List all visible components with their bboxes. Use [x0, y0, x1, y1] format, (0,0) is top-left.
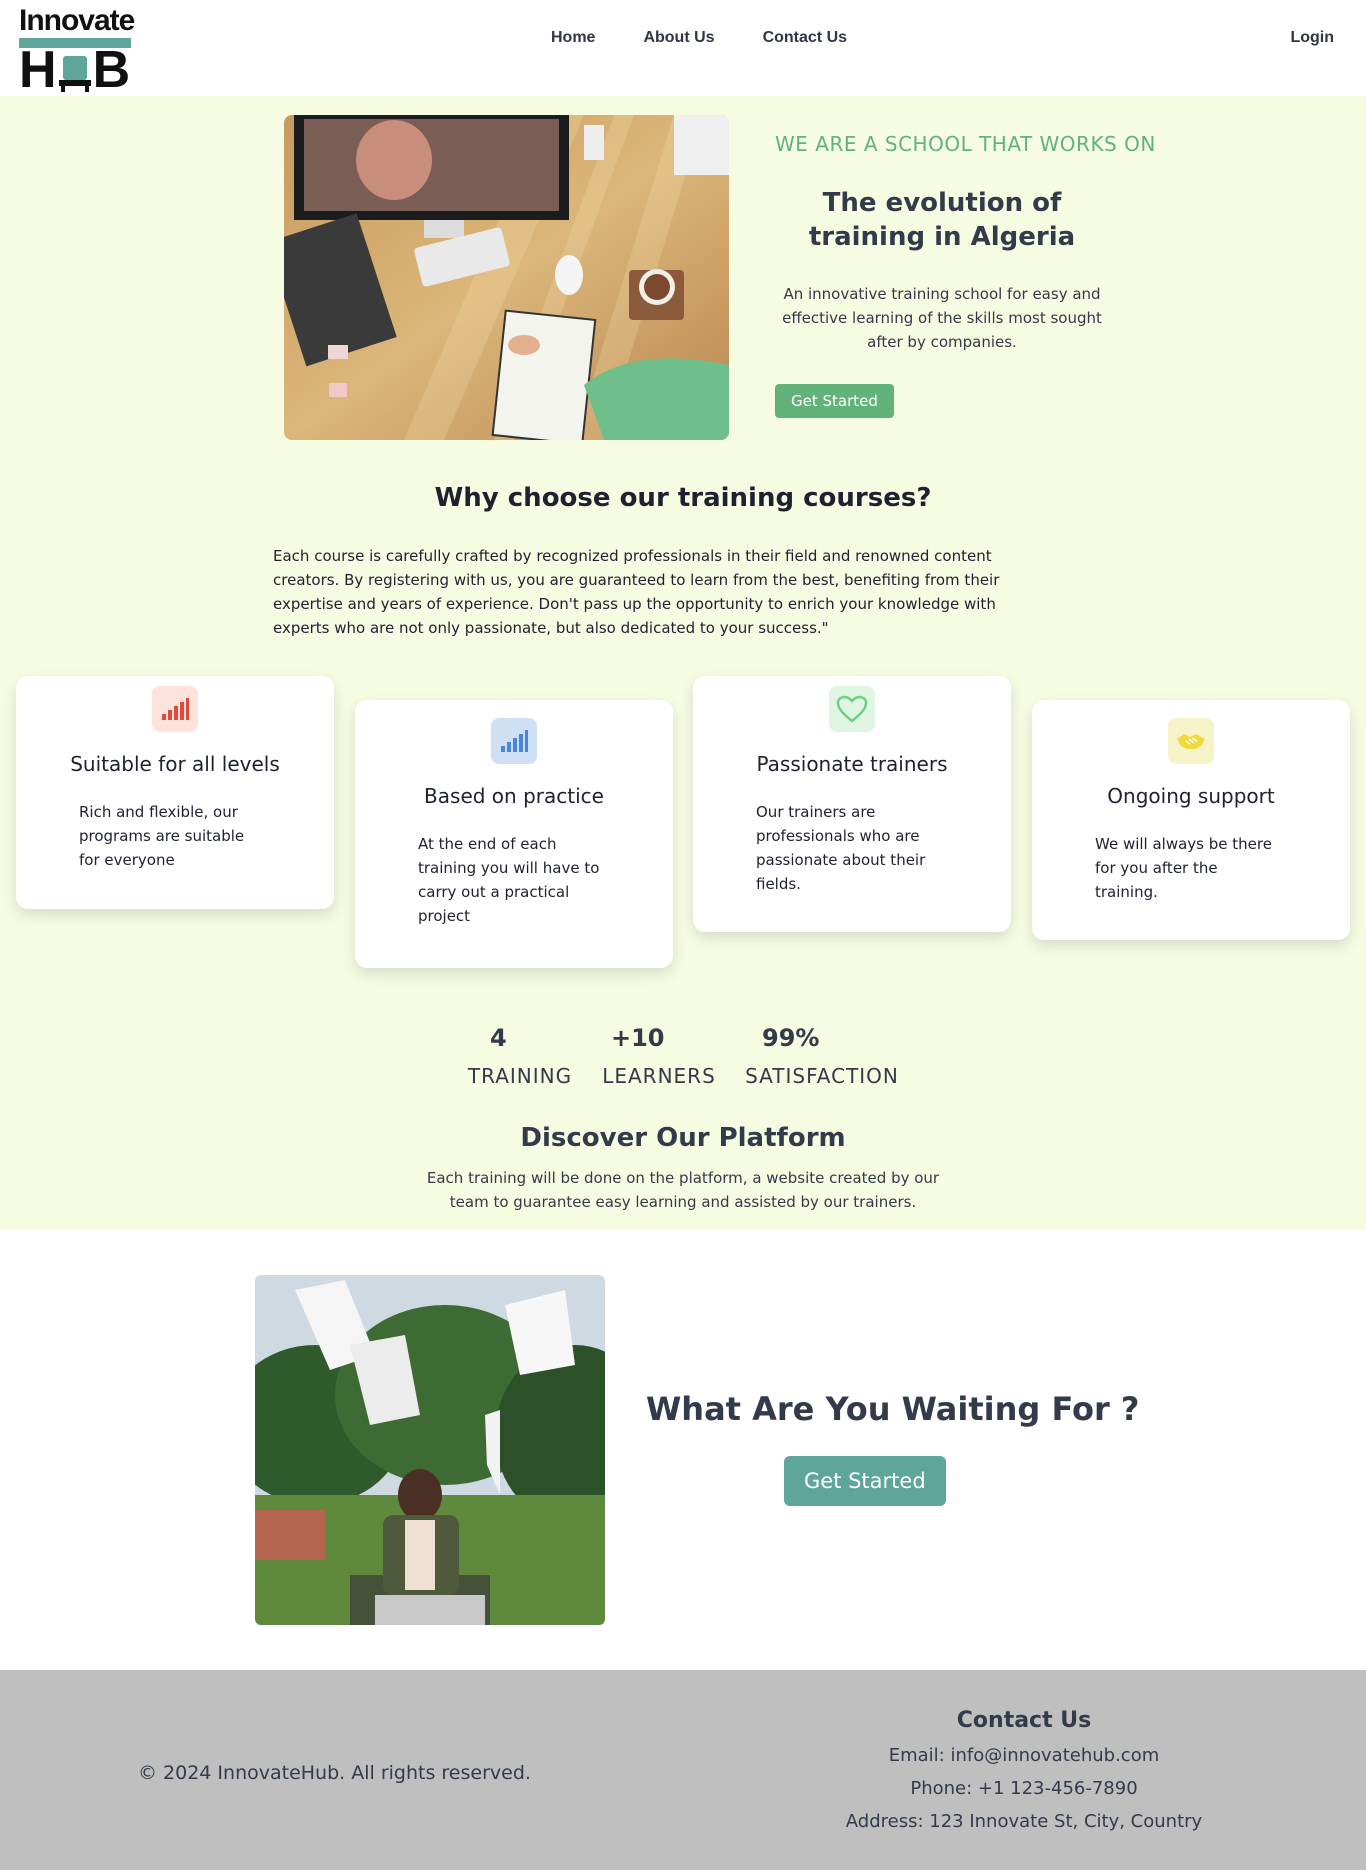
hero-description: An innovative training school for easy a… — [782, 285, 1102, 351]
feature-card-levels: Suitable for all levels Rich and flexibl… — [16, 676, 334, 909]
celebration-photo — [255, 1275, 605, 1625]
contact-title: Contact Us — [956, 1708, 1092, 1733]
footer: © 2024 InnovateHub. All rights reserved.… — [0, 1670, 1366, 1870]
card-title: Passionate trainers — [756, 752, 948, 776]
card-description: Rich and flexible, our programs are suit… — [79, 803, 245, 869]
card-title: Ongoing support — [1107, 784, 1275, 808]
innovatehub-logo[interactable]: Innovate H B — [19, 4, 135, 99]
nav-contact-link[interactable]: Contact Us — [763, 29, 847, 47]
feature-card-practice: Based on practice At the end of each tra… — [355, 700, 673, 968]
stat-learners: +10 LEARNERS — [598, 1024, 720, 1088]
why-title: Why choose our training courses? — [434, 483, 932, 513]
copyright-text: © 2024 InnovateHub. All rights reserved. — [138, 1762, 531, 1784]
logo-letter-h: H — [19, 41, 57, 99]
why-description: Each course is carefully crafted by reco… — [273, 547, 1000, 637]
nav-about-link[interactable]: About Us — [643, 29, 714, 47]
login-link[interactable]: Login — [1290, 29, 1334, 47]
stat-number: 99% — [762, 1024, 820, 1052]
card-description: We will always be there for you after th… — [1095, 835, 1272, 901]
stat-number: +10 — [611, 1024, 665, 1052]
top-nav: Innovate H B Home About Us Contact Us Lo… — [0, 0, 1366, 96]
stat-satisfaction: 99% SATISFACTION — [741, 1024, 903, 1088]
hero-get-started-button[interactable]: Get Started — [775, 384, 894, 418]
feature-card-trainers: Passionate trainers Our trainers are pro… — [693, 676, 1011, 932]
stat-label: SATISFACTION — [745, 1064, 899, 1088]
footer-contact: Contact Us Email: info@innovatehub.com P… — [780, 1708, 1268, 1832]
cta-title: What Are You Waiting For ? — [646, 1390, 1140, 1428]
stat-training: 4 TRAINING — [462, 1024, 578, 1088]
logo-hub: H B — [19, 41, 131, 99]
card-description: At the end of each training you will hav… — [418, 835, 600, 925]
stat-number: 4 — [490, 1024, 507, 1052]
cta-section: What Are You Waiting For ? Get Started — [0, 1230, 1366, 1670]
feature-card-support: Ongoing support We will always be there … — [1032, 700, 1350, 940]
handshake-icon — [1168, 718, 1214, 764]
discover-title: Discover Our Platform — [520, 1123, 846, 1153]
chair-icon — [58, 52, 91, 92]
hero-eyebrow: WE ARE A SCHOOL THAT WORKS ON — [775, 132, 1156, 156]
logo-letter-b: B — [92, 41, 131, 99]
heart-icon — [829, 686, 875, 732]
hero-text: WE ARE A SCHOOL THAT WORKS ON The evolut… — [775, 132, 1195, 418]
stat-label: LEARNERS — [602, 1064, 716, 1088]
signal-bars-icon — [152, 686, 198, 732]
nav-home-link[interactable]: Home — [551, 29, 595, 47]
contact-address: Address: 123 Innovate St, City, Country — [845, 1811, 1203, 1832]
card-title: Based on practice — [424, 784, 604, 808]
discover-description: Each training will be done on the platfo… — [426, 1169, 940, 1211]
hero-title: The evolution of training in Algeria — [808, 188, 1076, 252]
signal-bars-icon — [491, 718, 537, 764]
desk-photo — [284, 115, 729, 440]
contact-email[interactable]: Email: info@innovatehub.com — [780, 1745, 1268, 1766]
main-menu: Home About Us Contact Us — [551, 29, 847, 47]
logo-text: Innovate — [19, 4, 135, 37]
cta-get-started-button[interactable]: Get Started — [784, 1456, 946, 1506]
card-title: Suitable for all levels — [70, 752, 280, 776]
contact-phone[interactable]: Phone: +1 123-456-7890 — [780, 1778, 1268, 1799]
stat-label: TRAINING — [467, 1064, 573, 1088]
card-description: Our trainers are professionals who are p… — [756, 803, 926, 893]
hero-section: WE ARE A SCHOOL THAT WORKS ON The evolut… — [0, 96, 1366, 1230]
